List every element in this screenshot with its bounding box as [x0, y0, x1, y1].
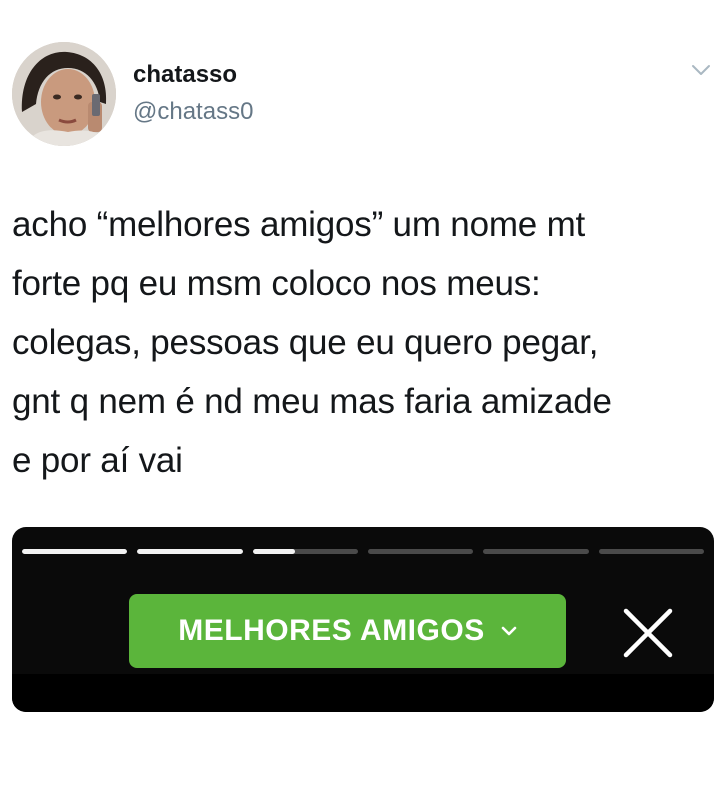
avatar-photo — [12, 42, 116, 146]
story-progress-segment — [137, 549, 243, 554]
close-icon[interactable] — [620, 605, 676, 661]
audience-label: MELHORES AMIGOS — [178, 614, 485, 647]
story-progress-fill — [252, 549, 295, 554]
story-bottom-strip — [12, 674, 714, 712]
screenshot: chatasso @chatass0 acho “melhores amigos… — [0, 0, 720, 786]
story-progress-fill — [137, 549, 243, 554]
chevron-down-icon — [501, 626, 517, 636]
story-progress-segment — [252, 549, 358, 554]
story-progress — [22, 549, 704, 554]
display-name[interactable]: chatasso — [133, 60, 237, 90]
story-share-bar: MELHORES AMIGOS — [12, 527, 714, 712]
story-progress-fill — [22, 549, 128, 554]
tweet-text: acho “melhores amigos” um nome mt forte … — [12, 205, 612, 480]
chevron-down-icon[interactable] — [690, 62, 712, 78]
story-progress-segment — [367, 549, 474, 554]
user-handle[interactable]: @chatass0 — [133, 97, 253, 127]
story-progress-segment — [598, 549, 704, 554]
avatar[interactable] — [12, 42, 116, 146]
story-progress-segment — [483, 549, 589, 554]
story-progress-segment — [22, 549, 128, 554]
close-friends-audience-button[interactable]: MELHORES AMIGOS — [129, 594, 566, 668]
